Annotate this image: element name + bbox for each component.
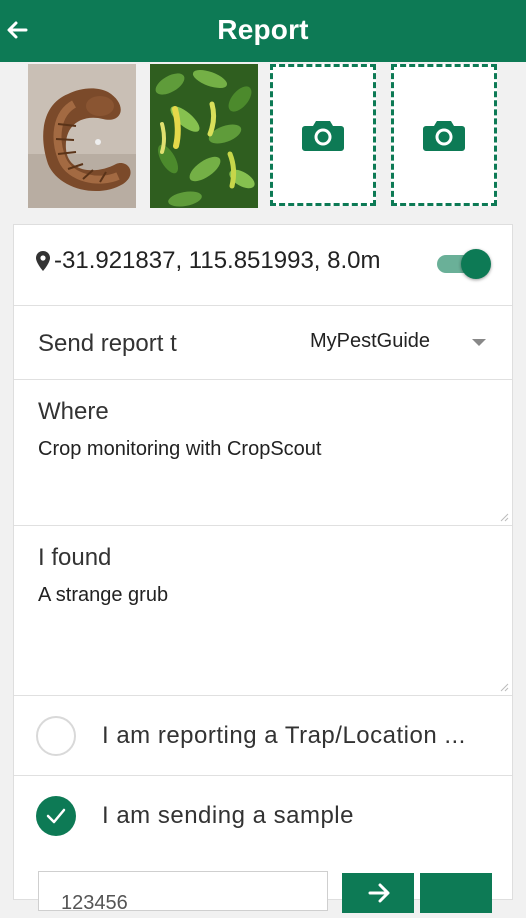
map-pin-icon [36,251,50,271]
location-toggle[interactable] [437,249,491,279]
trap-radio[interactable] [36,716,76,756]
found-label: I found [38,544,112,571]
resize-handle-icon[interactable] [499,512,509,522]
trap-option-row[interactable]: I am reporting a Trap/Location ... [14,696,512,776]
send-to-label: Send report t [38,330,177,357]
report-form: -31.921837, 115.851993, 8.0m Send report… [13,224,513,914]
grub-photo[interactable] [28,64,136,208]
found-input[interactable]: A strange grub [38,584,168,607]
location-coordinates: -31.921837, 115.851993, 8.0m [54,247,381,274]
arrow-right-icon [368,883,390,903]
sample-id-input[interactable]: 123456 [38,871,328,914]
plants-photo[interactable] [150,64,258,208]
sample-checkbox[interactable] [36,796,76,836]
sample-id-value: 123456 [61,892,128,914]
app-bar: Report [0,0,526,62]
location-row: -31.921837, 115.851993, 8.0m [14,225,512,306]
sample-action-button-1[interactable] [342,873,414,913]
trap-option-label: I am reporting a Trap/Location ... [102,722,466,749]
found-field[interactable]: I found A strange grub [14,526,512,696]
resize-handle-icon[interactable] [499,682,509,692]
where-field[interactable]: Where Crop monitoring with CropScout [14,380,512,526]
page-title: Report [217,14,309,45]
send-to-select[interactable]: MyPestGuide [308,322,498,362]
send-to-row: Send report t MyPestGuide [14,306,512,380]
sample-action-button-2[interactable] [420,873,492,913]
where-label: Where [38,398,109,425]
photo-strip [0,62,526,212]
sample-option-row[interactable]: I am sending a sample [14,776,512,856]
camera-icon [302,121,344,151]
sample-option-label: I am sending a sample [102,802,354,829]
camera-icon [423,121,465,151]
add-photo-slot-1[interactable] [270,64,376,206]
add-photo-slot-2[interactable] [391,64,497,206]
check-icon [46,808,66,824]
send-to-value: MyPestGuide [310,330,431,352]
where-input[interactable]: Crop monitoring with CropScout [38,438,321,461]
chevron-down-icon [472,339,486,346]
